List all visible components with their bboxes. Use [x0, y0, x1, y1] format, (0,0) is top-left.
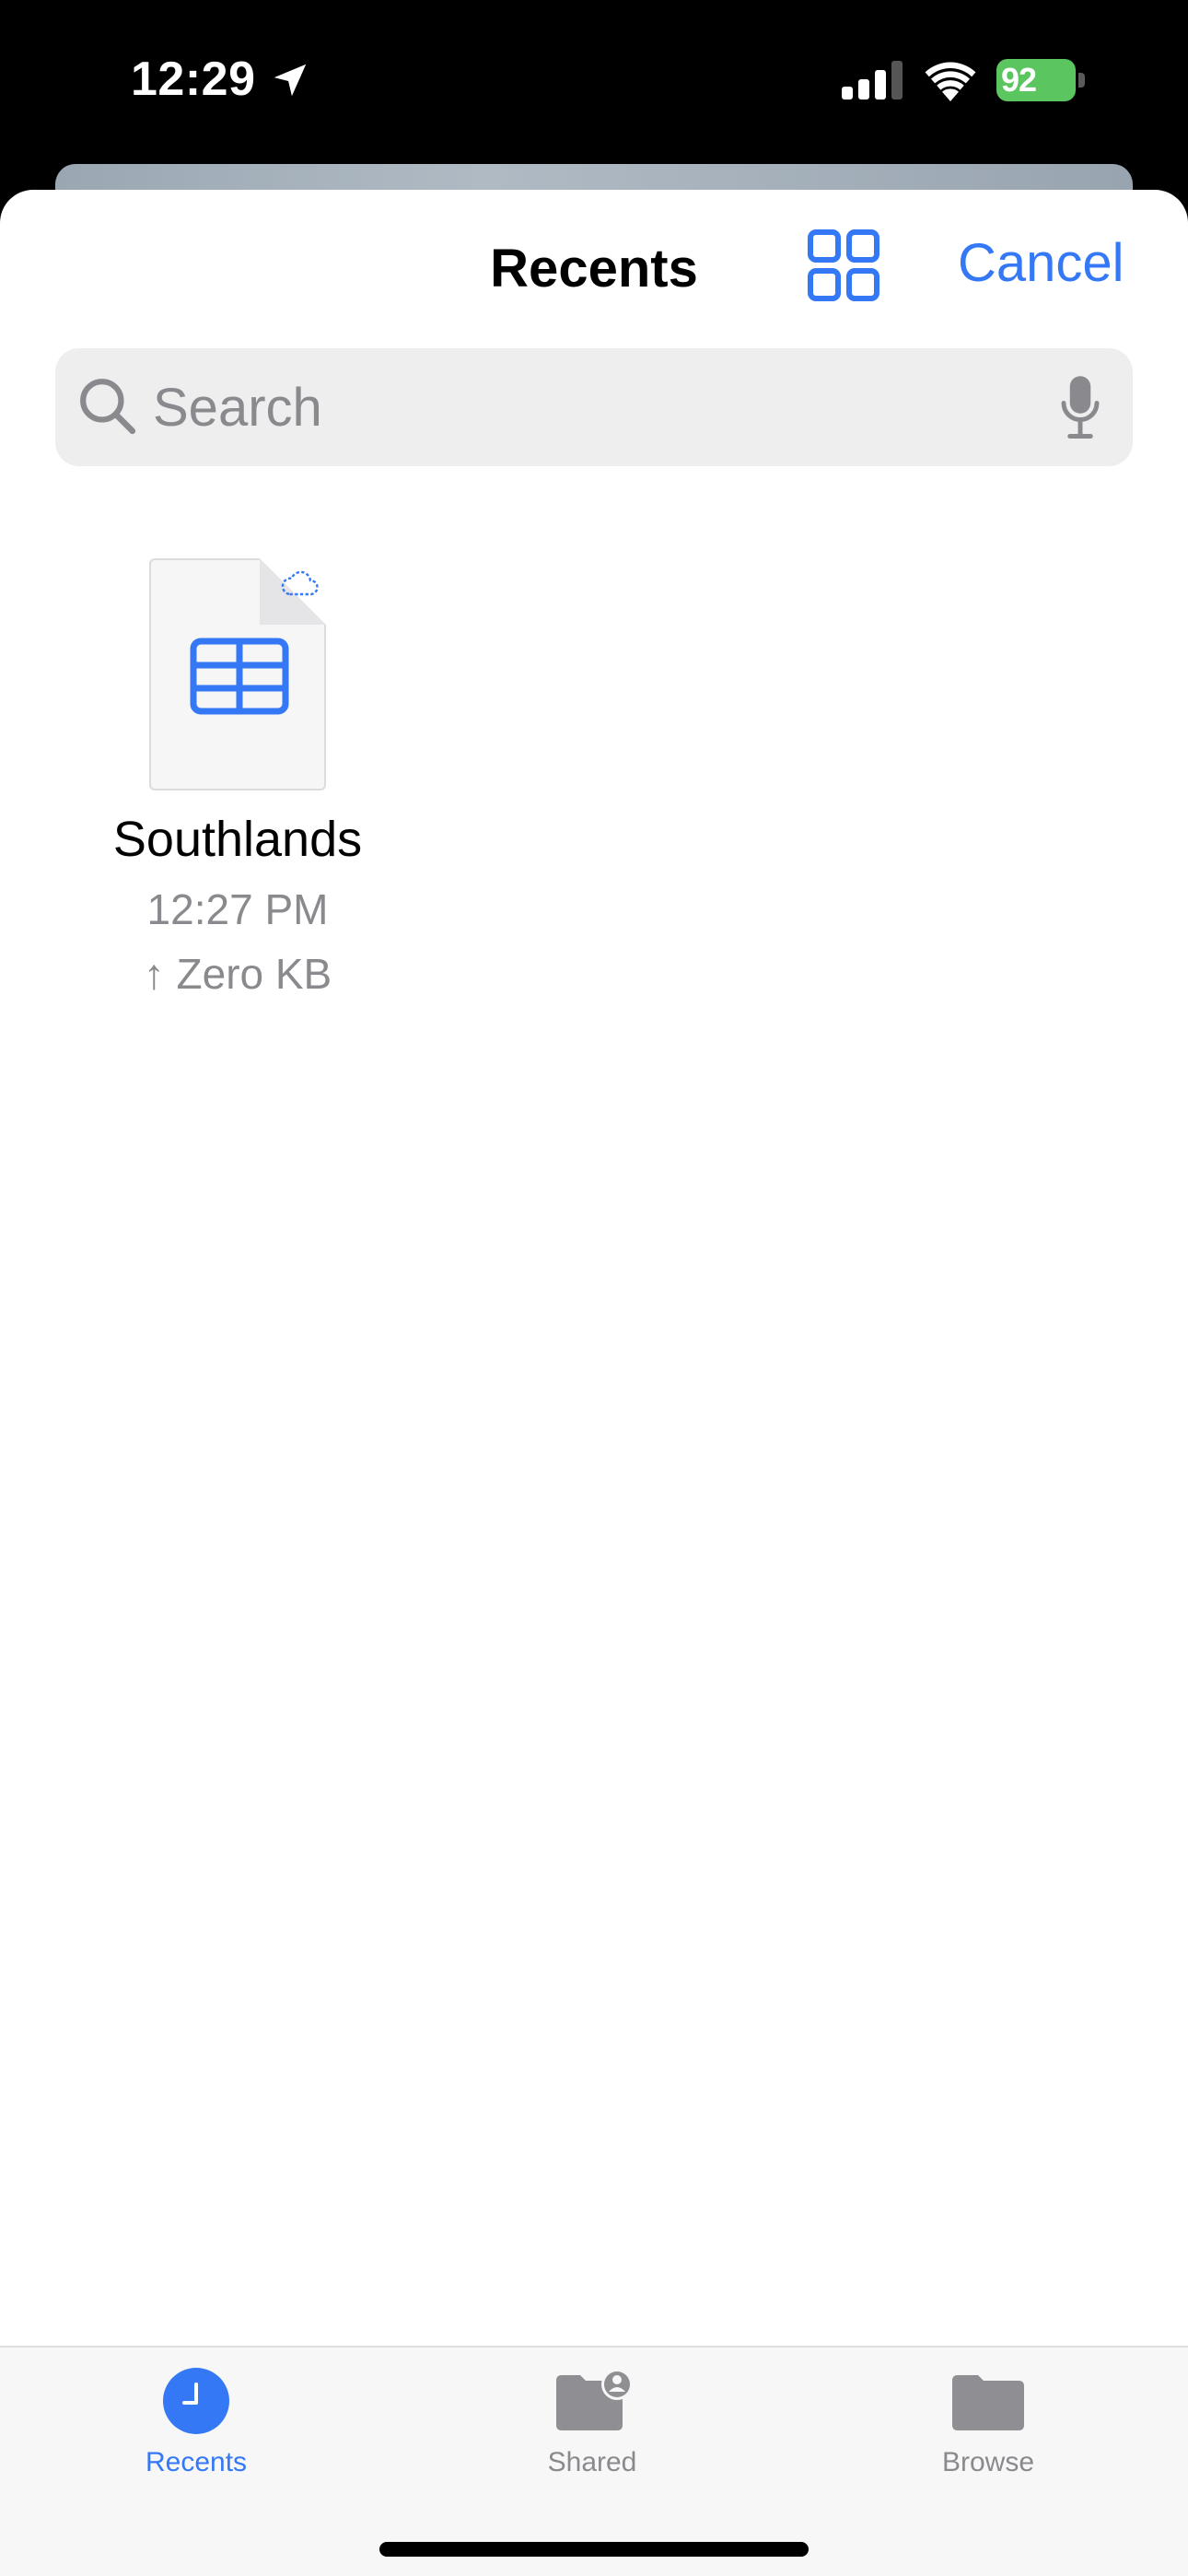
battery-percent: 92 [1001, 61, 1037, 99]
tab-label-recents: Recents [145, 2447, 248, 2477]
tab-browse[interactable]: Browse [850, 2348, 1126, 2504]
wifi-icon [925, 62, 976, 101]
upload-arrow-icon: ↑ [143, 950, 165, 998]
search-input[interactable] [153, 348, 1037, 466]
battery-nub [1078, 73, 1085, 88]
tab-label-browse: Browse [941, 2447, 1035, 2477]
status-time: 12:29 [131, 53, 256, 106]
location-arrow-icon [274, 64, 307, 97]
grid-view-icon[interactable] [807, 228, 880, 302]
search-bar[interactable] [55, 348, 1133, 466]
file-picker-sheet: Recents Cancel Search Southlands 12:27 P… [0, 190, 1188, 2576]
file-modified-time: 12:27 PM [146, 885, 329, 933]
clock-icon [163, 2368, 229, 2434]
status-bar: 12:29 92 [0, 0, 1188, 161]
tab-label-shared: Shared [547, 2447, 637, 2477]
file-thumbnail[interactable] [149, 558, 326, 790]
tab-recents[interactable]: Recents [58, 2348, 334, 2504]
shared-folder-icon [556, 2369, 632, 2430]
file-size-row: ↑ Zero KB [55, 949, 420, 999]
file-name: Southlands [112, 812, 363, 867]
file-size: Zero KB [176, 950, 332, 998]
search-icon [80, 379, 136, 435]
icloud-uploading-icon [281, 570, 319, 596]
home-indicator [379, 2542, 809, 2557]
tab-shared[interactable]: Shared [454, 2348, 730, 2504]
cancel-button[interactable]: Cancel [958, 232, 1124, 294]
spreadsheet-table-icon [190, 638, 289, 715]
cellular-signal-icon [842, 61, 903, 100]
microphone-icon[interactable] [1059, 374, 1101, 440]
folder-icon [952, 2375, 1024, 2430]
battery-charging-icon: 92 [996, 59, 1085, 101]
file-item[interactable]: Southlands 12:27 PM ↑ Zero KB [55, 558, 420, 1203]
